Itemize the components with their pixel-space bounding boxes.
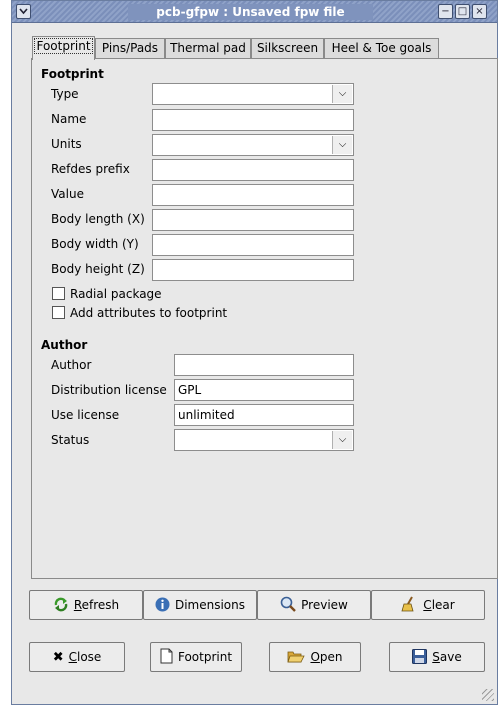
refdes-prefix-field[interactable] xyxy=(152,159,354,181)
body-height-field[interactable] xyxy=(152,259,354,281)
add-attributes-checkbox[interactable]: Add attributes to footprint xyxy=(52,304,227,322)
value-field[interactable] xyxy=(152,184,354,206)
body-length-field[interactable] xyxy=(152,209,354,231)
floppy-disk-icon xyxy=(412,644,428,672)
refresh-icon xyxy=(53,592,69,620)
maximize-button[interactable]: □ xyxy=(455,4,470,19)
radial-package-label: Radial package xyxy=(70,287,162,301)
window-menu-icon[interactable] xyxy=(16,4,31,19)
close-label: Close xyxy=(68,650,102,664)
dimensions-label: Dimensions xyxy=(174,598,246,612)
units-combo[interactable]: ⌵ xyxy=(152,134,354,156)
footprint-page: Footprint Type ⌵ Name Units ⌵ Refdes pre… xyxy=(31,58,498,579)
refresh-label: Refresh xyxy=(73,598,120,612)
info-icon xyxy=(155,592,170,620)
type-label: Type xyxy=(51,87,79,101)
tab-footprint[interactable]: Footprint xyxy=(32,36,95,60)
chevron-down-icon[interactable]: ⌵ xyxy=(332,136,352,154)
preview-label: Preview xyxy=(301,598,348,612)
status-combo[interactable]: ⌵ xyxy=(174,429,354,451)
save-label: Save xyxy=(432,650,462,664)
close-window-button[interactable]: × xyxy=(472,4,487,19)
use-license-field[interactable]: unlimited xyxy=(174,404,354,426)
name-label: Name xyxy=(51,112,87,126)
minimize-button[interactable]: − xyxy=(438,4,453,19)
folder-open-icon xyxy=(287,644,306,672)
main-window: pcb-gfpw : Unsaved fpw file − □ × Footpr… xyxy=(11,0,498,705)
value-label: Value xyxy=(51,187,84,201)
chevron-down-icon[interactable]: ⌵ xyxy=(332,431,352,449)
save-button[interactable]: Save xyxy=(389,642,485,672)
author-section-heading: Author xyxy=(41,338,88,352)
footprint-button[interactable]: Footprint xyxy=(150,642,242,672)
window-title: pcb-gfpw : Unsaved fpw file xyxy=(128,4,373,20)
clear-label: Clear xyxy=(423,598,455,612)
tab-silkscreen[interactable]: Silkscreen xyxy=(251,38,324,59)
author-label: Author xyxy=(51,358,92,372)
author-field[interactable] xyxy=(174,354,354,376)
body-width-field[interactable] xyxy=(152,234,354,256)
tab-pins-pads[interactable]: Pins/Pads xyxy=(95,38,165,59)
checkbox-icon[interactable] xyxy=(52,287,65,300)
refresh-button[interactable]: Refresh xyxy=(29,590,143,620)
use-license-label: Use license xyxy=(51,408,120,422)
resize-grip-icon[interactable] xyxy=(482,689,494,701)
body-height-label: Body height (Z) xyxy=(51,262,145,276)
preview-button[interactable]: Preview xyxy=(257,590,371,620)
radial-package-checkbox[interactable]: Radial package xyxy=(52,285,162,303)
units-label: Units xyxy=(51,137,82,151)
new-document-icon xyxy=(160,644,173,672)
clear-button[interactable]: Clear xyxy=(371,590,485,620)
type-combo[interactable]: ⌵ xyxy=(152,83,354,105)
dimensions-button[interactable]: Dimensions xyxy=(143,590,257,620)
open-button[interactable]: Open xyxy=(269,642,361,672)
refdes-prefix-label: Refdes prefix xyxy=(51,162,130,176)
open-label: Open xyxy=(310,650,343,664)
tab-heel-toe-goals[interactable]: Heel & Toe goals xyxy=(324,38,439,59)
body-width-label: Body width (Y) xyxy=(51,237,139,251)
footprint-button-label: Footprint xyxy=(177,650,233,664)
chevron-down-icon[interactable]: ⌵ xyxy=(332,85,352,103)
distribution-license-field[interactable]: GPL xyxy=(174,379,354,401)
add-attributes-label: Add attributes to footprint xyxy=(70,306,228,320)
name-field[interactable] xyxy=(152,109,354,131)
body-length-label: Body length (X) xyxy=(51,212,145,226)
close-button[interactable]: ✖ Close xyxy=(29,642,125,672)
footprint-section-heading: Footprint xyxy=(41,67,104,81)
status-label: Status xyxy=(51,433,90,447)
close-x-icon: ✖ xyxy=(52,650,64,665)
title-bar[interactable]: pcb-gfpw : Unsaved fpw file − □ × xyxy=(12,1,497,23)
magnifier-icon xyxy=(280,592,296,620)
broom-icon xyxy=(401,592,418,620)
checkbox-icon[interactable] xyxy=(52,306,65,319)
tab-thermal-pad[interactable]: Thermal pad xyxy=(165,38,251,59)
distribution-license-label: Distribution license xyxy=(51,383,167,397)
